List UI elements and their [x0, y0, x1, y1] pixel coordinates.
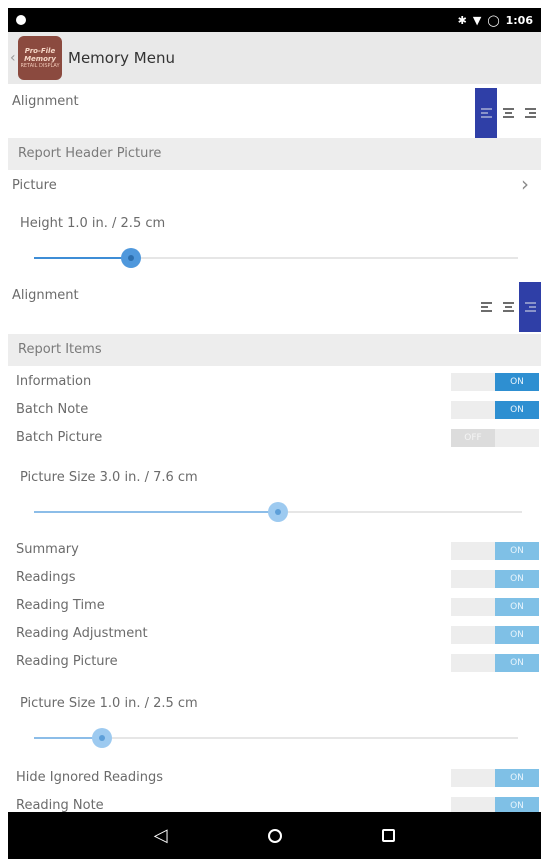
picture-size-slider-row: Picture Size 3.0 in. / 7.6 cm	[8, 462, 541, 534]
reading-picture-toggle[interactable]: ON	[451, 654, 539, 672]
reading-adjustment-toggle[interactable]: ON	[451, 626, 539, 644]
toggle-label: Summary	[16, 542, 79, 557]
information-toggle[interactable]: ON	[451, 373, 539, 391]
toggle-label: Hide Ignored Readings	[16, 770, 164, 785]
toggle-row: Reading Note ON	[8, 794, 541, 812]
toggle-row: Information ON	[8, 370, 541, 398]
toggle-state: ON	[495, 373, 539, 391]
app-logo[interactable]: Pro-File Memory RETAIL DISPLAY	[18, 36, 62, 80]
chevron-right-icon: ›	[521, 172, 529, 196]
batch-picture-toggle[interactable]: OFF	[451, 429, 539, 447]
toggle-row: Reading Adjustment ON	[8, 622, 541, 650]
section-report-items: Report Items	[8, 334, 541, 366]
toggle-row: Reading Time ON	[8, 594, 541, 622]
toggle-label: Readings	[16, 570, 76, 585]
slider-thumb[interactable]	[268, 502, 288, 522]
page-title: Memory Menu	[68, 49, 175, 67]
align-center-icon	[502, 302, 514, 312]
recents-button[interactable]	[377, 824, 401, 848]
picture-size-slider-row: Picture Size 1.0 in. / 2.5 cm	[8, 688, 541, 760]
align-center-button[interactable]	[497, 88, 519, 138]
toggle-row: Batch Note ON	[8, 398, 541, 426]
align-center-icon	[502, 108, 514, 118]
recents-icon	[382, 829, 395, 842]
status-icons: ✱ ▼ ◯ 1:06	[458, 14, 533, 27]
toggle-state: ON	[495, 542, 539, 560]
back-icon[interactable]: ◁	[149, 824, 173, 848]
picture-size-slider[interactable]	[34, 500, 522, 524]
home-icon	[267, 828, 282, 843]
navigation-bar: ◁	[8, 812, 541, 859]
section-title: Report Items	[18, 342, 102, 357]
toggle-row: Summary ON	[8, 538, 541, 566]
home-button[interactable]	[263, 824, 287, 848]
toggle-label: Reading Picture	[16, 654, 118, 669]
toggle-row: Batch Picture OFF	[8, 426, 541, 454]
align-right-button[interactable]	[519, 282, 541, 332]
slider-thumb[interactable]	[120, 248, 141, 268]
align-left-icon	[480, 302, 492, 312]
toggle-row: Reading Picture ON	[8, 650, 541, 678]
align-left-icon	[480, 108, 492, 118]
toggle-label: Reading Time	[16, 598, 105, 613]
summary-toggle[interactable]: ON	[451, 542, 539, 560]
slider-thumb[interactable]	[91, 728, 112, 748]
picture-alignment-row: Alignment	[8, 280, 541, 332]
app-bar: ‹ Pro-File Memory RETAIL DISPLAY Memory …	[8, 32, 541, 84]
toggle-state: ON	[495, 598, 539, 616]
reading-time-toggle[interactable]: ON	[451, 598, 539, 616]
notification-icon	[16, 15, 26, 25]
status-time: 1:06	[505, 13, 533, 27]
align-right-button[interactable]	[519, 88, 541, 138]
toggle-row: Readings ON	[8, 566, 541, 594]
toggle-state: ON	[495, 626, 539, 644]
height-slider-row: Height 1.0 in. / 2.5 cm	[8, 208, 541, 278]
height-slider-label: Height 1.0 in. / 2.5 cm	[20, 216, 166, 231]
picture-size-slider[interactable]	[34, 726, 518, 750]
height-slider[interactable]	[34, 246, 518, 270]
toggle-state: ON	[495, 797, 539, 812]
battery-icon: ◯	[487, 13, 500, 27]
header-alignment-row: Alignment	[8, 84, 541, 138]
batch-note-toggle[interactable]: ON	[451, 401, 539, 419]
align-right-icon	[524, 108, 536, 118]
section-report-header-picture: Report Header Picture	[8, 138, 541, 170]
toggle-state: ON	[495, 401, 539, 419]
picture-size-label: Picture Size 3.0 in. / 7.6 cm	[20, 470, 198, 485]
picture-row[interactable]: Picture ›	[8, 170, 541, 202]
toggle-label: Information	[16, 374, 92, 389]
toggle-label: Batch Note	[16, 402, 89, 417]
back-caret-icon[interactable]: ‹	[10, 50, 18, 66]
section-title: Report Header Picture	[18, 146, 162, 161]
picture-alignment-group	[475, 282, 541, 332]
wifi-icon: ▼	[472, 13, 482, 27]
picture-size-label: Picture Size 1.0 in. / 2.5 cm	[20, 696, 198, 711]
align-left-button[interactable]	[475, 88, 497, 138]
header-alignment-label: Alignment	[12, 94, 79, 109]
align-left-button[interactable]	[475, 282, 497, 332]
align-right-icon	[524, 302, 536, 312]
toggle-label: Batch Picture	[16, 430, 103, 445]
toggle-row: Hide Ignored Readings ON	[8, 766, 541, 794]
picture-label: Picture	[12, 178, 57, 193]
toggle-label: Reading Note	[16, 798, 104, 812]
toggle-state: ON	[495, 570, 539, 588]
picture-alignment-label: Alignment	[12, 288, 79, 303]
readings-toggle[interactable]: ON	[451, 570, 539, 588]
toggle-label: Reading Adjustment	[16, 626, 148, 641]
toggle-state: ON	[495, 654, 539, 672]
reading-note-toggle[interactable]: ON	[451, 797, 539, 812]
bluetooth-icon: ✱	[457, 13, 467, 27]
toggle-state: OFF	[451, 429, 495, 447]
toggle-state: ON	[495, 769, 539, 787]
hide-ignored-readings-toggle[interactable]: ON	[451, 769, 539, 787]
status-bar: ✱ ▼ ◯ 1:06	[8, 8, 541, 32]
header-alignment-group	[475, 88, 541, 138]
settings-list[interactable]: Alignment Report Header Picture Picture …	[8, 84, 541, 812]
align-center-button[interactable]	[497, 282, 519, 332]
